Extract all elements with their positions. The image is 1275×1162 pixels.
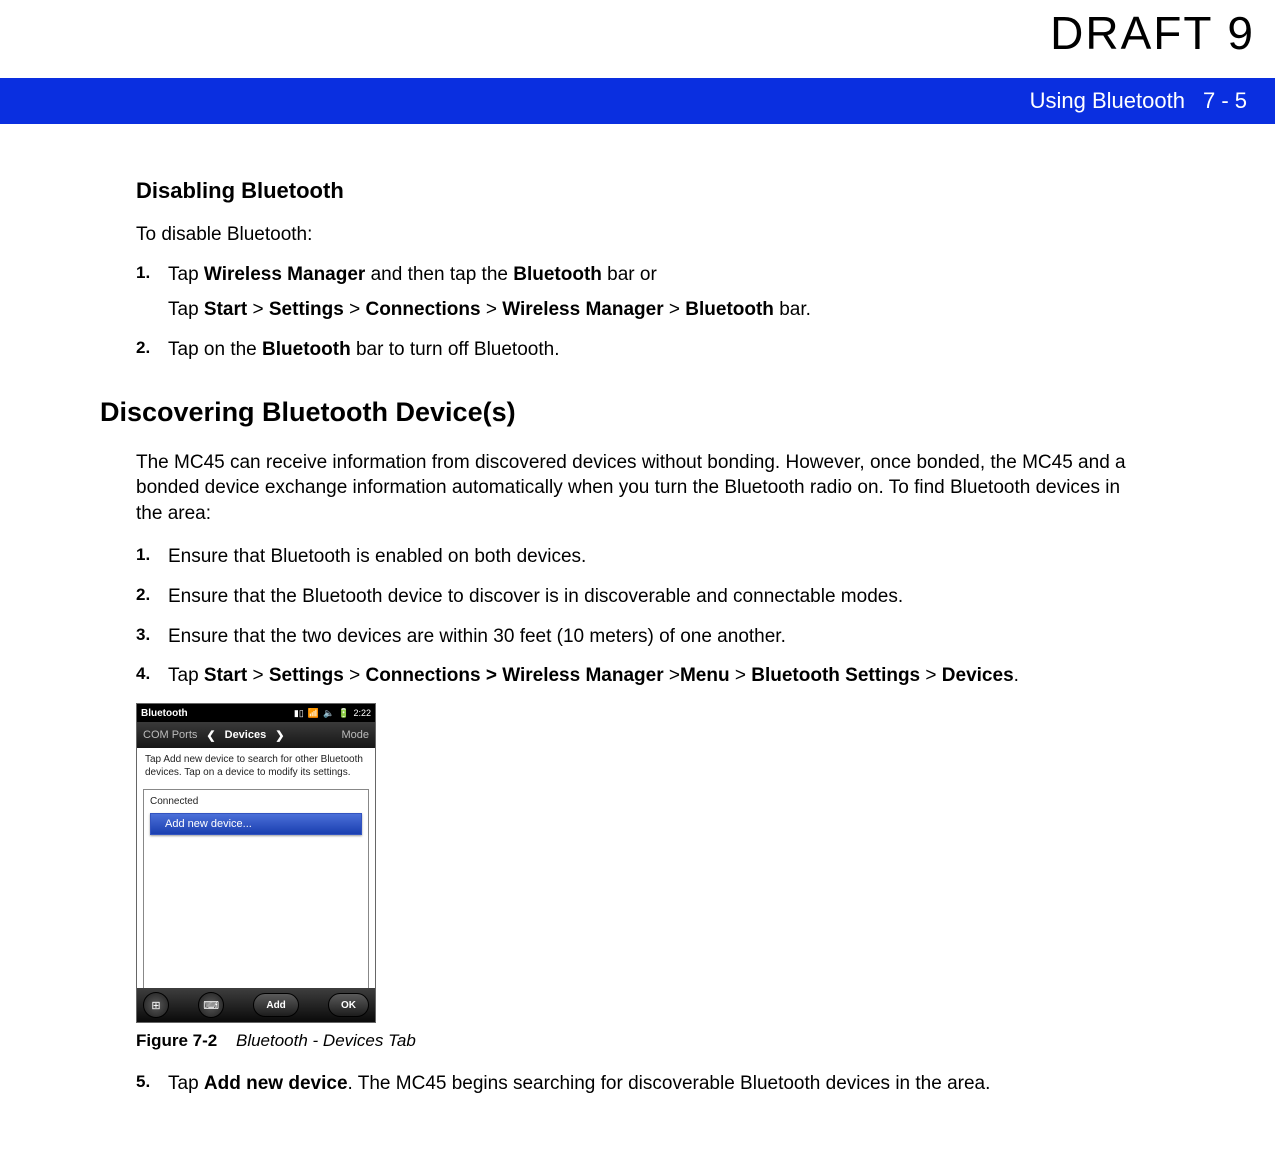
status-time: 2:22 bbox=[353, 708, 371, 718]
figure-text: Bluetooth - Devices Tab bbox=[236, 1031, 416, 1050]
step-subline: Tap Start > Settings > Connections > Wir… bbox=[168, 297, 1145, 323]
section-discovering-title: Discovering Bluetooth Device(s) bbox=[100, 397, 1145, 428]
section1-step-1: 1. Tap Wireless Manager and then tap the… bbox=[136, 262, 1145, 323]
speaker-icon: 🔈 bbox=[323, 708, 334, 719]
step-text: Ensure that the two devices are within 3… bbox=[168, 626, 786, 647]
group-connected-label: Connected bbox=[144, 794, 368, 813]
draft-watermark: DRAFT 9 bbox=[1050, 6, 1255, 60]
figure-label: Figure 7-2 bbox=[136, 1031, 217, 1050]
tab-mode[interactable]: Mode bbox=[335, 729, 375, 741]
step-number: 2. bbox=[136, 337, 150, 360]
step-text: Ensure that the Bluetooth device to disc… bbox=[168, 586, 903, 607]
step-text: Tap Wireless Manager and then tap the Bl… bbox=[168, 264, 657, 285]
step-number: 3. bbox=[136, 624, 150, 647]
status-title: Bluetooth bbox=[141, 708, 188, 719]
tab-bar: COM Ports ❮ Devices ❯ Mode bbox=[137, 722, 375, 748]
section1-intro: To disable Bluetooth: bbox=[136, 222, 1145, 248]
section2-steps-continued: 5. Tap Add new device. The MC45 begins s… bbox=[136, 1071, 1145, 1097]
section2-intro: The MC45 can receive information from di… bbox=[136, 450, 1145, 527]
ok-button[interactable]: OK bbox=[328, 993, 369, 1017]
chevron-right-icon[interactable]: ❯ bbox=[272, 729, 287, 742]
tab-devices[interactable]: Devices bbox=[219, 729, 273, 741]
bluetooth-devices-screenshot: Bluetooth ▮▯ 📶 🔈 🔋 2:22 COM Ports ❮ Devi… bbox=[136, 703, 376, 1023]
section1-step-2: 2. Tap on the Bluetooth bar to turn off … bbox=[136, 337, 1145, 363]
page-content: Disabling Bluetooth To disable Bluetooth… bbox=[100, 170, 1145, 1111]
step-number: 1. bbox=[136, 262, 150, 285]
chapter-title: Using Bluetooth bbox=[1030, 88, 1185, 114]
status-icons: ▮▯ 📶 🔈 🔋 2:22 bbox=[294, 708, 371, 719]
step-number: 5. bbox=[136, 1071, 150, 1094]
step-number: 2. bbox=[136, 584, 150, 607]
section-disabling-bluetooth-title: Disabling Bluetooth bbox=[136, 178, 1145, 204]
page-number: 7 - 5 bbox=[1203, 88, 1247, 114]
help-text: Tap Add new device to search for other B… bbox=[137, 748, 375, 789]
device-list-panel: Connected Add new device... bbox=[143, 789, 369, 989]
section2-steps: 1. Ensure that Bluetooth is enabled on b… bbox=[136, 544, 1145, 689]
figure-caption: Figure 7-2 Bluetooth - Devices Tab bbox=[136, 1031, 1145, 1051]
step-text: Tap Start > Settings > Connections > Wir… bbox=[168, 665, 1019, 686]
windows-icon: ⊞ bbox=[151, 999, 160, 1012]
section2-step-2: 2. Ensure that the Bluetooth device to d… bbox=[136, 584, 1145, 610]
phone-icon: 📶 bbox=[308, 708, 319, 719]
step-number: 4. bbox=[136, 663, 150, 686]
page-header-bar: Using Bluetooth 7 - 5 bbox=[0, 78, 1275, 124]
keyboard-icon: ⌨ bbox=[203, 999, 219, 1012]
step-text: Ensure that Bluetooth is enabled on both… bbox=[168, 546, 586, 567]
keyboard-button[interactable]: ⌨ bbox=[198, 992, 224, 1018]
add-button[interactable]: Add bbox=[253, 993, 298, 1017]
step-text: Tap on the Bluetooth bar to turn off Blu… bbox=[168, 339, 559, 360]
windows-start-button[interactable]: ⊞ bbox=[143, 992, 169, 1018]
bottom-toolbar: ⊞ ⌨ Add OK bbox=[137, 988, 375, 1022]
section1-steps: 1. Tap Wireless Manager and then tap the… bbox=[136, 262, 1145, 363]
section2-step-3: 3. Ensure that the two devices are withi… bbox=[136, 624, 1145, 650]
add-new-device-item[interactable]: Add new device... bbox=[150, 813, 362, 835]
tab-com-ports[interactable]: COM Ports bbox=[137, 729, 203, 741]
step-text: Tap Add new device. The MC45 begins sear… bbox=[168, 1073, 990, 1094]
section2-step-1: 1. Ensure that Bluetooth is enabled on b… bbox=[136, 544, 1145, 570]
signal-icon: ▮▯ bbox=[294, 708, 304, 719]
section2-step-4: 4. Tap Start > Settings > Connections > … bbox=[136, 663, 1145, 689]
status-bar: Bluetooth ▮▯ 📶 🔈 🔋 2:22 bbox=[137, 704, 375, 722]
step-number: 1. bbox=[136, 544, 150, 567]
chevron-left-icon[interactable]: ❮ bbox=[203, 729, 218, 742]
battery-icon: 🔋 bbox=[338, 708, 349, 719]
section2-step-5: 5. Tap Add new device. The MC45 begins s… bbox=[136, 1071, 1145, 1097]
